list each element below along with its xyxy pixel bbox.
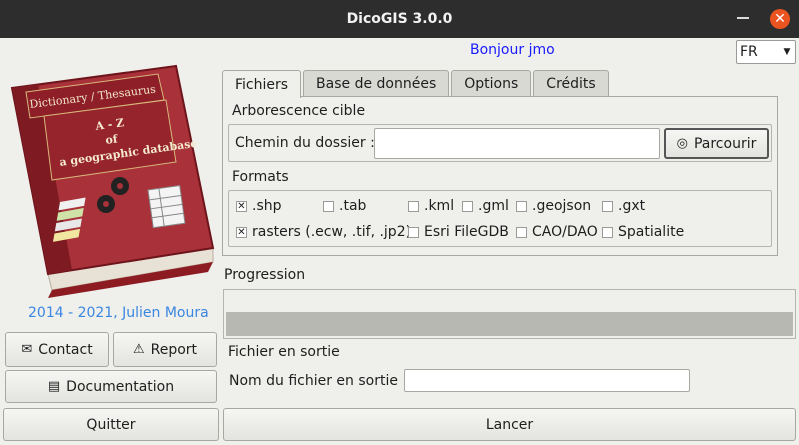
output-name-input[interactable]: [404, 369, 690, 392]
checkbox-unchecked[interactable]: [462, 200, 473, 212]
checkbox-checked[interactable]: ✕: [236, 200, 247, 212]
format-label: rasters (.ecw, .tif, .jp2): [252, 224, 412, 240]
progress-bar: [226, 312, 793, 336]
browse-label: Parcourir: [693, 135, 757, 152]
credit-label: 2014 - 2021, Julien Moura: [28, 305, 209, 321]
window-title: DicoGIS 3.0.0: [346, 11, 453, 27]
quit-button[interactable]: Quitter: [3, 408, 219, 441]
warning-icon: ⚠: [132, 342, 145, 357]
contact-label: Contact: [38, 341, 93, 358]
chevron-down-icon[interactable]: ▼: [779, 41, 795, 63]
format-gxt-checkbox[interactable]: .gxt: [602, 198, 645, 214]
language-select[interactable]: FR ▼: [736, 40, 796, 64]
window-titlebar: DicoGIS 3.0.0 ✕: [0, 0, 799, 38]
format-cao-dao-checkbox[interactable]: CAO/DAO: [516, 224, 598, 240]
format-label: .shp: [252, 198, 282, 214]
target-icon: ◎: [676, 136, 688, 151]
browse-button[interactable]: ◎ Parcourir: [664, 128, 769, 159]
format-label: CAO/DAO: [532, 224, 598, 240]
close-icon[interactable]: ✕: [770, 9, 790, 29]
format-label: .kml: [424, 198, 455, 214]
folder-path-label: Chemin du dossier :: [235, 135, 375, 151]
language-value: FR: [740, 44, 758, 60]
format-rasters-checkbox[interactable]: ✕ rasters (.ecw, .tif, .jp2): [236, 224, 411, 240]
checkbox-unchecked[interactable]: [408, 226, 419, 238]
target-section-title: Arborescence cible: [232, 103, 366, 119]
contact-button[interactable]: ✉ Contact: [5, 332, 109, 367]
output-name-label: Nom du fichier en sortie :: [229, 373, 408, 389]
checkbox-unchecked[interactable]: [602, 200, 613, 212]
formats-section-title: Formats: [232, 169, 289, 185]
greeting-label: Bonjour jmo: [470, 42, 555, 58]
tab-credits[interactable]: Crédits: [533, 70, 609, 97]
checkbox-unchecked[interactable]: [516, 226, 527, 238]
format-spatialite-checkbox[interactable]: Spatialite: [602, 224, 684, 240]
format-gml-checkbox[interactable]: .gml: [462, 198, 509, 214]
minimize-icon[interactable]: [737, 17, 749, 19]
tab-bar: Fichiers Base de données Options Crédits: [222, 70, 611, 98]
checkbox-checked[interactable]: ✕: [236, 226, 247, 238]
folder-path-input[interactable]: [374, 128, 660, 159]
format-kml-checkbox[interactable]: .kml: [408, 198, 454, 214]
checkbox-unchecked[interactable]: [602, 226, 613, 238]
files-tab-pane: Arborescence cible Chemin du dossier : ◎…: [222, 96, 778, 256]
launch-label: Lancer: [485, 416, 534, 433]
format-shp-checkbox[interactable]: ✕ .shp: [236, 198, 282, 214]
formats-group: ✕ .shp .tab .kml .gml .geojson .gxt ✕ ra…: [228, 190, 772, 247]
format-label: .geojson: [532, 198, 592, 214]
format-label: .gml: [478, 198, 509, 214]
report-button[interactable]: ⚠ Report: [113, 332, 217, 367]
format-geojson-checkbox[interactable]: .geojson: [516, 198, 591, 214]
tab-fichiers[interactable]: Fichiers: [222, 70, 302, 98]
launch-button[interactable]: Lancer: [223, 408, 796, 441]
progress-label: Progression: [224, 267, 306, 283]
tab-options[interactable]: Options: [451, 70, 532, 97]
documentation-button[interactable]: ▤ Documentation: [5, 370, 217, 403]
checkbox-unchecked[interactable]: [516, 200, 527, 212]
documentation-label: Documentation: [66, 378, 175, 395]
tab-base-de-donnees[interactable]: Base de données: [303, 70, 450, 97]
target-group: Chemin du dossier : ◎ Parcourir: [228, 124, 772, 162]
output-section-title: Fichier en sortie: [228, 344, 340, 360]
format-label: .tab: [339, 198, 367, 214]
mail-icon: ✉: [21, 342, 33, 357]
checkbox-unchecked[interactable]: [323, 200, 334, 212]
format-label: Spatialite: [618, 224, 685, 240]
checkbox-unchecked[interactable]: [408, 200, 419, 212]
book-icon: ▤: [47, 379, 61, 394]
format-tab-checkbox[interactable]: .tab: [323, 198, 366, 214]
quit-label: Quitter: [86, 416, 136, 433]
format-label: Esri FileGDB: [424, 224, 509, 240]
format-label: .gxt: [618, 198, 646, 214]
app-logo: Dictionary / Thesaurus A - Z of a geogra…: [8, 62, 218, 300]
report-label: Report: [150, 341, 198, 358]
progress-group: [223, 289, 796, 339]
format-filegdb-checkbox[interactable]: Esri FileGDB: [408, 224, 509, 240]
